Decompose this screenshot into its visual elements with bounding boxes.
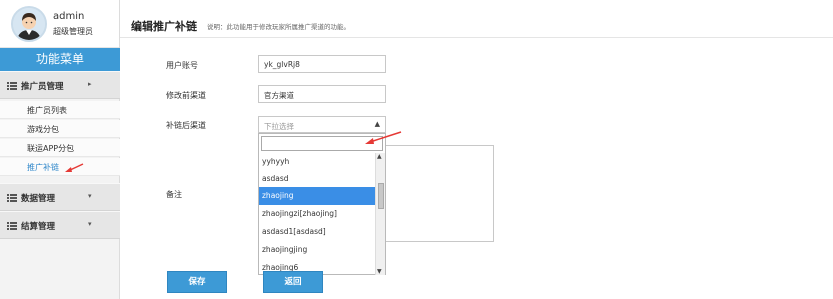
menu-group-label: 推广员管理 [21,82,64,92]
annotation-arrow-icon [365,131,402,144]
channel-dropdown: yyhyyh asdasd zhaojing zhaojingzi[zhaoji… [258,133,386,275]
dropdown-option-selected[interactable]: zhaojing [259,187,375,205]
save-button[interactable]: 保存 [167,271,227,293]
scroll-up-icon[interactable]: ▲ [377,153,382,160]
dropdown-option[interactable]: asdasd1[asdasd] [259,223,375,241]
menu-group-label: 数据管理 [21,194,56,204]
page-title: 编辑推广补链 [131,20,197,33]
dropdown-option[interactable]: zhaojingjing [259,241,375,259]
chevron-down-icon: ▾ [88,192,92,200]
before-channel-field[interactable]: 官方渠道 [258,85,386,103]
scroll-down-icon[interactable]: ▼ [377,268,382,275]
list-icon [7,222,17,230]
menu-title: 功能菜单 [0,48,120,71]
remark-label: 备注 [166,190,182,199]
back-button[interactable]: 返回 [263,271,323,293]
divider [120,37,833,38]
subitem-label: 推广员列表 [27,106,67,115]
account-field[interactable]: yk_glvRj8 [258,55,386,73]
select-placeholder: 下拉选择 [264,122,294,131]
menu-group-label: 结算管理 [21,222,56,232]
subitem-game-package[interactable]: 游戏分包 [0,120,120,138]
annotation-arrow-icon [65,163,84,172]
user-panel: admin 超级管理员 [0,0,119,48]
menu-group-promoter[interactable]: 推广员管理 ▸ [0,71,120,99]
chevron-down-icon: ▾ [88,220,92,228]
menu-group-data[interactable]: 数据管理 ▾ [0,183,120,211]
dropdown-scrollbar[interactable]: ▲ ▼ [375,153,385,275]
dropdown-options: yyhyyh asdasd zhaojing zhaojingzi[zhaoji… [259,153,375,275]
avatar [11,6,47,42]
dropdown-option[interactable]: yyhyyh [259,153,375,171]
avatar-icon [13,8,45,40]
remark-textarea[interactable] [372,145,494,242]
caret-up-icon: ▲ [374,120,380,128]
menu-group-settlement[interactable]: 结算管理 ▾ [0,211,120,239]
page-description: 说明：此功能用于修改玩家所属推广渠道的功能。 [207,23,350,31]
account-label: 用户账号 [166,61,198,70]
subitem-app-package[interactable]: 联运APP分包 [0,139,120,157]
before-channel-label: 修改前渠道 [166,91,206,100]
subitem-label: 推广补链 [27,163,59,172]
subitem-label: 游戏分包 [27,125,59,134]
dropdown-option[interactable]: asdasd [259,170,375,188]
dropdown-option[interactable]: zhaojingzi[zhaojing] [259,205,375,223]
user-name: admin [53,11,85,22]
sidebar: admin 超级管理员 功能菜单 推广员管理 ▸ 推广员列表 游戏分包 联运AP… [0,0,120,299]
subitem-promoter-list[interactable]: 推广员列表 [0,101,120,119]
subitem-label: 联运APP分包 [27,144,75,153]
user-role: 超级管理员 [53,27,93,36]
chevron-right-icon: ▸ [88,80,92,88]
list-icon [7,82,17,90]
after-channel-label: 补链后渠道 [166,121,206,130]
main-content: 编辑推广补链 说明：此功能用于修改玩家所属推广渠道的功能。 用户账号 yk_gl… [120,0,833,299]
subitem-promotion-relink[interactable]: 推广补链 [0,158,120,176]
scroll-thumb[interactable] [378,183,384,209]
list-icon [7,194,17,202]
